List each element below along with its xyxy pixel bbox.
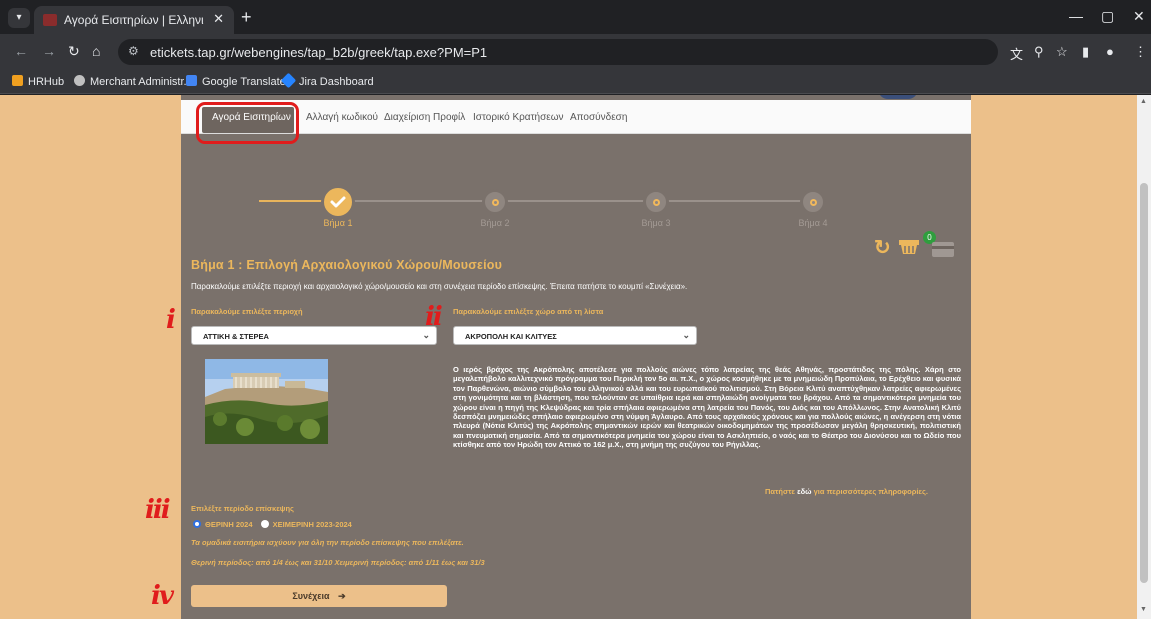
site-description: Ο ιερός βράχος της Ακρόπολης αποτέλεσε γ… xyxy=(453,365,961,450)
tab-search-button[interactable]: ▾ xyxy=(8,8,30,28)
menu-logout[interactable]: Αποσύνδεση xyxy=(570,112,627,123)
summer-radio[interactable] xyxy=(193,520,201,528)
globe-icon xyxy=(74,75,85,86)
user-avatar[interactable] xyxy=(878,95,918,99)
tab-close-icon[interactable]: ✕ xyxy=(213,11,224,27)
profile-icon[interactable]: ● xyxy=(1106,44,1114,59)
period-label: Επιλέξτε περίοδο επίσκεψης xyxy=(191,504,294,513)
menu-profile[interactable]: Διαχείριση Προφίλ xyxy=(384,112,465,123)
acropolis-photo xyxy=(205,359,328,444)
zoom-icon[interactable]: ⚲ xyxy=(1034,44,1044,60)
winter-radio[interactable] xyxy=(260,520,269,528)
scroll-up-icon[interactable]: ▲ xyxy=(1140,98,1147,105)
close-window-icon[interactable]: ✕ xyxy=(1133,8,1145,25)
continue-button[interactable]: Συνέχεια ➔ xyxy=(191,585,447,607)
checkmark-icon xyxy=(330,196,346,208)
region-select-value: ΑΤΤΙΚΗ & ΣΤΕΡΕΑ xyxy=(203,332,269,341)
continue-label: Συνέχεια xyxy=(292,591,330,601)
step-instructions: Παρακαλούμε επιλέξτε περιοχή και αρχαιολ… xyxy=(191,282,688,291)
more-info-link[interactable]: εδώ xyxy=(797,487,811,496)
annotation-ii: ii xyxy=(425,302,443,332)
minimize-icon[interactable]: — xyxy=(1069,8,1083,24)
step-3-label: Βήμα 3 xyxy=(641,218,671,228)
more-info-text: Πατήστε εδώ για περισσότερες πληροφορίες… xyxy=(765,487,928,496)
step-3-indicator xyxy=(643,189,669,215)
step-2-label: Βήμα 2 xyxy=(480,218,510,228)
tab-strip: ▾ Αγορά Εισιτηρίων | Ελληνικοί / ✕ + — ▢… xyxy=(0,0,1151,34)
step-1-label: Βήμα 1 xyxy=(323,218,353,228)
address-bar[interactable]: ⚙ etickets.tap.gr/webengines/tap_b2b/gre… xyxy=(118,39,998,65)
menu-booking-history[interactable]: Ιστορικό Κρατήσεων xyxy=(473,112,564,123)
step-line-2 xyxy=(341,200,811,202)
more-info-suffix: για περισσότερες πληροφορίες. xyxy=(811,487,928,496)
scrollbar-thumb[interactable] xyxy=(1140,183,1148,583)
address-url: etickets.tap.gr/webengines/tap_b2b/greek… xyxy=(150,45,488,60)
bookmarks-bar: HRHub Merchant Administr... Google Trans… xyxy=(0,70,1151,94)
period-options: ΘΕΡΙΝΗ 2024 ΧΕΙΜΕΡΙΝΗ 2023-2024 xyxy=(193,520,358,529)
step-2-indicator xyxy=(482,189,508,215)
translate-icon[interactable]: 文 xyxy=(1010,44,1023,63)
step-4-indicator xyxy=(800,189,826,215)
scroll-down-icon[interactable]: ▼ xyxy=(1140,606,1147,613)
summer-option-label[interactable]: ΘΕΡΙΝΗ 2024 xyxy=(205,520,253,529)
side-panel-icon[interactable]: ▮ xyxy=(1082,44,1089,60)
chevron-down-icon: ⌄ xyxy=(682,330,690,340)
target-dot-icon xyxy=(492,199,499,206)
site-label: Παρακαλούμε επιλέξτε χώρο από τη λίστα xyxy=(453,307,604,316)
more-info-prefix: Πατήστε xyxy=(765,487,798,496)
main-panel: Αγορά Εισιτηρίων Αλλαγή κωδικού Διαχείρι… xyxy=(181,95,971,619)
step-4-label: Βήμα 4 xyxy=(798,218,828,228)
annotation-iv: iv xyxy=(151,581,174,611)
site-favicon-icon xyxy=(43,14,57,26)
home-icon[interactable]: ⌂ xyxy=(92,43,100,59)
forward-icon[interactable]: → xyxy=(42,43,56,59)
site-info-icon[interactable]: ⚙ xyxy=(128,44,139,58)
menu-kebab-icon[interactable]: ⋮ xyxy=(1134,44,1147,60)
annotation-iii: iii xyxy=(145,495,171,525)
region-label: Παρακαλούμε επιλέξτε περιοχή xyxy=(191,307,303,316)
page-viewport: ▲ ▼ Αγορά Εισιτηρίων Αλλαγή κωδικού Διαχ… xyxy=(0,95,1151,619)
menu-change-password[interactable]: Αλλαγή κωδικού xyxy=(306,112,378,123)
period-dates-note: Θερινή περίοδος: από 1/4 έως και 31/10 Χ… xyxy=(191,558,485,567)
arrow-right-icon: ➔ xyxy=(338,591,346,601)
target-dot-icon xyxy=(810,199,817,206)
site-select-value: ΑΚΡΟΠΟΛΗ ΚΑΙ ΚΛΙΤΥΕΣ xyxy=(465,332,557,341)
annotation-highlight-box xyxy=(196,102,299,144)
bookmark-google-translate[interactable]: Google Translate xyxy=(186,75,286,88)
back-icon[interactable]: ← xyxy=(14,43,28,59)
tab-title: Αγορά Εισιτηρίων | Ελληνικοί / xyxy=(64,13,204,27)
top-menu: Αγορά Εισιτηρίων Αλλαγή κωδικού Διαχείρι… xyxy=(181,100,971,144)
target-dot-icon xyxy=(653,199,660,206)
step-title: Βήμα 1 : Επιλογή Αρχαιολογικού Χώρου/Μου… xyxy=(191,258,503,272)
bookmark-star-icon[interactable]: ☆ xyxy=(1056,44,1068,60)
browser-toolbar: ← → ↻ ⌂ ⚙ etickets.tap.gr/webengines/tap… xyxy=(0,34,1151,70)
site-select[interactable]: ΑΚΡΟΠΟΛΗ ΚΑΙ ΚΛΙΤΥΕΣ ⌄ xyxy=(453,326,697,345)
page-scrollbar[interactable]: ▲ ▼ xyxy=(1137,95,1151,619)
cart-icon[interactable] xyxy=(898,238,920,256)
jira-icon xyxy=(280,72,297,89)
annotation-i: i xyxy=(166,305,176,335)
winter-option-label[interactable]: ΧΕΙΜΕΡΙΝΗ 2023-2024 xyxy=(273,520,352,529)
credit-card-icon[interactable] xyxy=(932,242,954,257)
maximize-icon[interactable]: ▢ xyxy=(1101,8,1114,25)
bookmark-merchant[interactable]: Merchant Administr... xyxy=(74,75,193,88)
bookmark-hrhub[interactable]: HRHub xyxy=(12,75,64,88)
browser-tab[interactable]: Αγορά Εισιτηρίων | Ελληνικοί / ✕ xyxy=(34,6,234,34)
region-select[interactable]: ΑΤΤΙΚΗ & ΣΤΕΡΕΑ ⌄ xyxy=(191,326,437,345)
refresh-icon[interactable]: ↻ xyxy=(874,235,891,260)
step-1-indicator xyxy=(321,185,355,219)
bookmark-jira[interactable]: Jira Dashboard xyxy=(280,72,374,89)
google-translate-icon xyxy=(186,75,197,86)
group-ticket-note: Τα ομαδικά εισιτήρια ισχύουν για όλη την… xyxy=(191,538,464,547)
hrhub-icon xyxy=(12,75,23,86)
reload-icon[interactable]: ↻ xyxy=(68,43,80,60)
new-tab-button[interactable]: + xyxy=(241,8,252,26)
